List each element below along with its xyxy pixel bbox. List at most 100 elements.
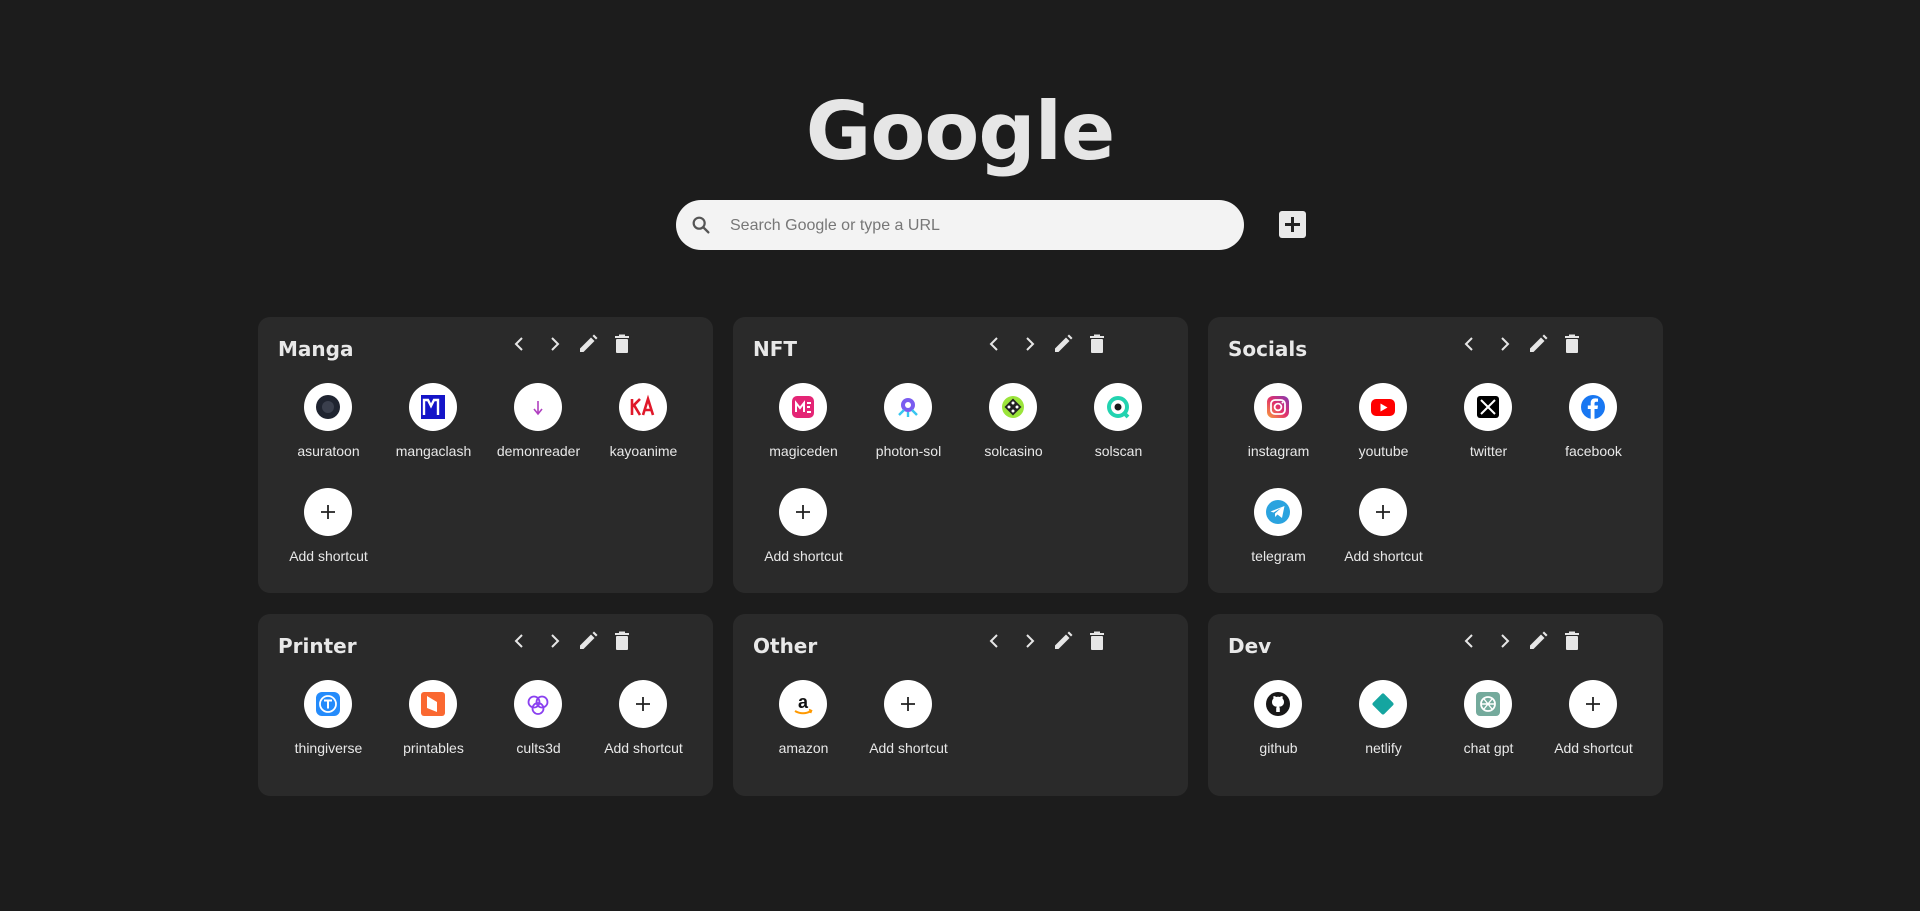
shortcut-label: asuratoon: [297, 443, 360, 459]
shortcut-label: cults3d: [516, 740, 561, 756]
plus-icon: [304, 488, 352, 536]
mangaclash-icon: [409, 383, 457, 431]
shortcut-chat-gpt[interactable]: chat gpt: [1436, 680, 1541, 760]
thingiverse-icon: [304, 680, 352, 728]
shortcut-label: demonreader: [496, 443, 581, 459]
group-socials: Socials instagram youtube twitter facebo…: [1208, 317, 1663, 593]
chevron-right-icon[interactable]: [1017, 629, 1041, 653]
shortcut-amazon[interactable]: a amazon: [751, 680, 856, 760]
shortcut-label: twitter: [1469, 443, 1508, 459]
shortcut-solscan[interactable]: solscan: [1066, 383, 1171, 463]
shortcut-thingiverse[interactable]: thingiverse: [276, 680, 381, 760]
pencil-icon[interactable]: [1051, 332, 1075, 356]
add-shortcut-button[interactable]: Add shortcut: [751, 488, 856, 568]
netlify-icon: [1359, 680, 1407, 728]
shortcut-label: github: [1259, 740, 1298, 756]
shortcut-twitter[interactable]: twitter: [1436, 383, 1541, 463]
shortcut-label: instagram: [1247, 443, 1310, 459]
shortcut-label: magiceden: [769, 443, 838, 459]
chevron-left-icon[interactable]: [1458, 629, 1482, 653]
shortcut-telegram[interactable]: telegram: [1226, 488, 1331, 568]
add-shortcut-button[interactable]: Add shortcut: [856, 680, 961, 760]
trash-icon[interactable]: [1085, 629, 1109, 653]
x-icon: [1464, 383, 1512, 431]
instagram-icon: [1254, 383, 1302, 431]
shortcut-label: solscan: [1094, 443, 1143, 459]
chatgpt-icon: [1464, 680, 1512, 728]
trash-icon[interactable]: [1085, 332, 1109, 356]
shortcut-label: Add shortcut: [604, 740, 683, 756]
pencil-icon[interactable]: [1526, 332, 1550, 356]
kayoanime-icon: [619, 383, 667, 431]
amazon-icon: a: [779, 680, 827, 728]
cults3d-icon: [514, 680, 562, 728]
group-title: Manga: [278, 337, 354, 361]
chevron-left-icon[interactable]: [508, 332, 532, 356]
add-shortcut-button[interactable]: Add shortcut: [276, 488, 381, 568]
demonreader-icon: [514, 383, 562, 431]
printables-icon: [409, 680, 457, 728]
shortcut-label: Add shortcut: [869, 740, 948, 756]
shortcut-label: Add shortcut: [289, 548, 368, 564]
trash-icon[interactable]: [1560, 332, 1584, 356]
shortcut-magiceden[interactable]: magiceden: [751, 383, 856, 463]
chevron-left-icon[interactable]: [508, 629, 532, 653]
shortcut-photon-sol[interactable]: photon-sol: [856, 383, 961, 463]
shortcut-label: thingiverse: [294, 740, 363, 756]
chevron-right-icon[interactable]: [542, 629, 566, 653]
shortcut-github[interactable]: github: [1226, 680, 1331, 760]
plus-icon: [1285, 217, 1300, 232]
plus-icon: [779, 488, 827, 536]
shortcut-label: telegram: [1251, 548, 1306, 564]
shortcut-cults3d[interactable]: cults3d: [486, 680, 591, 760]
shortcut-demonreader[interactable]: demonreader: [486, 383, 591, 463]
shortcut-label: printables: [403, 740, 464, 756]
shortcut-solcasino[interactable]: solcasino: [961, 383, 1066, 463]
group-printer: Printer thingiverse printables cults3d A…: [258, 614, 713, 796]
youtube-icon: [1359, 383, 1407, 431]
shortcut-instagram[interactable]: instagram: [1226, 383, 1331, 463]
shortcut-label: mangaclash: [395, 443, 472, 459]
shortcut-label: chat gpt: [1463, 740, 1514, 756]
trash-icon[interactable]: [610, 629, 634, 653]
pencil-icon[interactable]: [1526, 629, 1550, 653]
pencil-icon[interactable]: [1051, 629, 1075, 653]
search-bar[interactable]: [676, 200, 1244, 252]
search-input[interactable]: [728, 200, 1232, 252]
group-nft: NFT magiceden photon-sol solcasino solsc…: [733, 317, 1188, 593]
shortcut-kayoanime[interactable]: kayoanime: [591, 383, 696, 463]
shortcut-asuratoon[interactable]: asuratoon: [276, 383, 381, 463]
chevron-right-icon[interactable]: [542, 332, 566, 356]
add-shortcut-button[interactable]: Add shortcut: [591, 680, 696, 760]
trash-icon[interactable]: [1560, 629, 1584, 653]
shortcut-facebook[interactable]: facebook: [1541, 383, 1646, 463]
add-group-button[interactable]: [1279, 211, 1306, 238]
chevron-left-icon[interactable]: [983, 332, 1007, 356]
shortcut-label: solcasino: [984, 443, 1043, 459]
chevron-left-icon[interactable]: [983, 629, 1007, 653]
shortcut-mangaclash[interactable]: mangaclash: [381, 383, 486, 463]
add-shortcut-button[interactable]: Add shortcut: [1541, 680, 1646, 760]
telegram-icon: [1254, 488, 1302, 536]
shortcut-netlify[interactable]: netlify: [1331, 680, 1436, 760]
magiceden-icon: [779, 383, 827, 431]
plus-icon: [619, 680, 667, 728]
search-icon: [692, 216, 710, 234]
shortcut-printables[interactable]: printables: [381, 680, 486, 760]
plus-icon: [1359, 488, 1407, 536]
chevron-right-icon[interactable]: [1492, 629, 1516, 653]
trash-icon[interactable]: [610, 332, 634, 356]
group-title: Dev: [1228, 634, 1272, 658]
asuratoon-icon: [304, 383, 352, 431]
chevron-left-icon[interactable]: [1458, 332, 1482, 356]
chevron-right-icon[interactable]: [1492, 332, 1516, 356]
svg-text:a: a: [798, 692, 809, 712]
shortcut-youtube[interactable]: youtube: [1331, 383, 1436, 463]
group-other: Other a amazon Add shortcut: [733, 614, 1188, 796]
shortcut-label: youtube: [1358, 443, 1409, 459]
plus-icon: [884, 680, 932, 728]
add-shortcut-button[interactable]: Add shortcut: [1331, 488, 1436, 568]
pencil-icon[interactable]: [576, 332, 600, 356]
pencil-icon[interactable]: [576, 629, 600, 653]
chevron-right-icon[interactable]: [1017, 332, 1041, 356]
